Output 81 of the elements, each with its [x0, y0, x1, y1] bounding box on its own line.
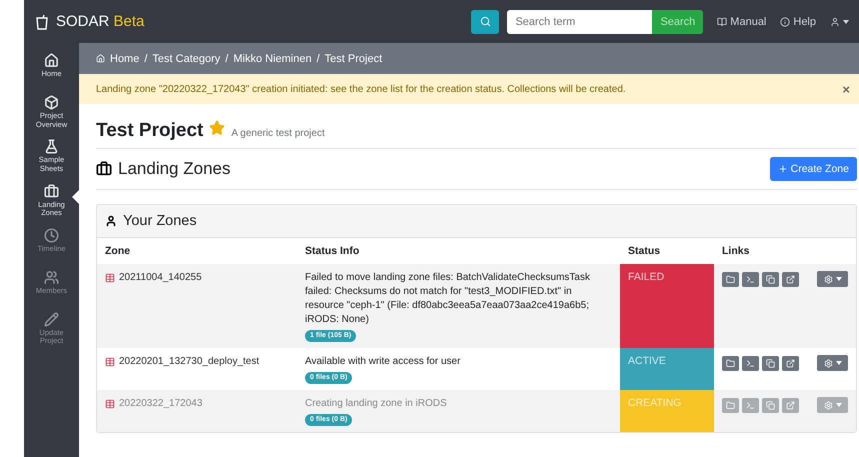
copy-button[interactable]: [762, 272, 779, 286]
cup-icon: [36, 14, 48, 30]
column-header: Status: [620, 238, 714, 264]
breadcrumb-link[interactable]: Home: [110, 52, 140, 64]
status-cell: CREATING: [620, 390, 714, 432]
zone-name[interactable]: 20211004_140255: [119, 271, 202, 285]
star-icon[interactable]: [209, 120, 226, 136]
breadcrumb-separator: /: [225, 52, 228, 64]
users-icon: [44, 270, 59, 285]
status-info: Creating landing zone in iRODS: [305, 397, 448, 411]
table-icon: [105, 273, 115, 283]
settings-icon: [824, 274, 832, 284]
copy-icon: [766, 274, 775, 284]
section-title: Landing Zones: [118, 159, 230, 179]
terminal-button[interactable]: [742, 356, 759, 370]
caret-icon: [836, 361, 842, 365]
breadcrumb-link[interactable]: Test Project: [324, 52, 382, 64]
column-header: Zone: [97, 238, 297, 264]
terminal-button[interactable]: [742, 272, 759, 286]
nav-link[interactable]: Help: [780, 16, 816, 28]
table-icon: [105, 357, 115, 367]
terminal-icon: [746, 400, 755, 410]
card-title: Your Zones: [123, 213, 197, 229]
status-cell: ACTIVE: [620, 348, 714, 390]
user-menu-button[interactable]: [830, 16, 849, 26]
breadcrumb-separator: /: [316, 52, 320, 64]
status-info: Available with write access for user: [305, 355, 462, 369]
breadcrumb-separator: /: [144, 52, 148, 64]
external-link-icon: [786, 400, 795, 410]
terminal-icon: [746, 274, 755, 284]
clock-icon: [44, 228, 59, 243]
home-icon: [44, 53, 59, 68]
breadcrumb-link[interactable]: Test Category: [152, 52, 220, 64]
folder-icon: [726, 358, 735, 368]
open-link-button[interactable]: [782, 272, 799, 286]
zone-name[interactable]: 20220201_132730_deploy_test: [119, 355, 260, 369]
project-description: A generic test project: [231, 128, 325, 139]
pencil-icon: [44, 312, 59, 327]
status-info: Failed to move landing zone files: BatchValidateChecksumsTask failed: Checksums do not match for "test3_MODIFIED.txt" in resource "ceph-1" (File: df80abc3eea5a7eaa073aa2ce419a6b5; iRODS: None): [305, 271, 591, 327]
book-icon: [717, 16, 728, 26]
zone-menu-button[interactable]: [817, 355, 848, 371]
terminal-icon: [746, 358, 755, 368]
column-header: Links: [714, 238, 856, 264]
box-icon: [44, 95, 59, 110]
caret-icon: [836, 403, 842, 407]
browse-files-button[interactable]: [722, 272, 739, 286]
browse-files-button[interactable]: [722, 356, 739, 370]
home-icon: [96, 54, 105, 63]
table-icon: [105, 399, 115, 409]
folder-icon: [726, 400, 735, 410]
column-header: Status Info: [297, 238, 620, 264]
search-field[interactable]: Search term: [507, 10, 652, 34]
brand-logo[interactable]: SODAR Beta: [56, 13, 144, 30]
briefcase-icon: [96, 161, 112, 177]
search-icon: [480, 16, 491, 27]
zone-menu-button[interactable]: [817, 271, 848, 287]
open-link-button[interactable]: [782, 356, 799, 370]
info-icon: [780, 16, 790, 26]
folder-icon: [726, 274, 735, 284]
nav-link[interactable]: Manual: [717, 16, 766, 28]
plus-icon: [778, 164, 788, 174]
settings-icon: [824, 358, 832, 368]
user-icon: [830, 16, 840, 26]
external-link-icon: [786, 274, 795, 284]
alert-message: Landing zone "20220322_172043" creation initiated: see the zone list for the creation status. Collections will be created.: [96, 84, 627, 94]
settings-icon: [824, 400, 832, 410]
external-link-icon: [786, 358, 795, 368]
briefcase-icon: [44, 184, 59, 198]
create-zone-button[interactable]: Create Zone: [770, 157, 857, 181]
flask-icon: [44, 139, 59, 154]
user-icon: [105, 215, 117, 227]
project-title: Test Project: [96, 120, 204, 142]
copy-icon: [766, 358, 775, 368]
advanced-search-button[interactable]: [471, 10, 500, 34]
copy-icon: [766, 400, 775, 410]
caret-icon: [836, 277, 842, 281]
caret-icon: [843, 20, 849, 24]
close-button[interactable]: ×: [842, 82, 850, 96]
copy-button[interactable]: [762, 356, 779, 370]
breadcrumb-link[interactable]: Mikko Nieminen: [233, 52, 312, 64]
status-cell: FAILED: [620, 264, 714, 348]
